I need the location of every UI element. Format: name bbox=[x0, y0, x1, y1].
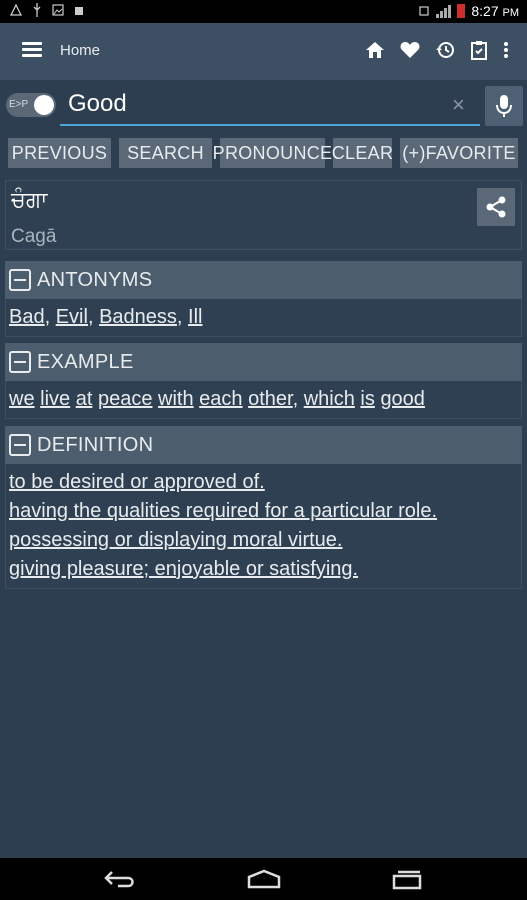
microphone-icon bbox=[496, 95, 512, 117]
toolbar-title: Home bbox=[60, 42, 101, 59]
word-link[interactable]: each bbox=[199, 388, 242, 410]
back-icon[interactable] bbox=[104, 868, 138, 890]
more-vert-icon[interactable] bbox=[503, 41, 509, 59]
home-icon[interactable] bbox=[365, 41, 385, 59]
definition-header[interactable]: DEFINITION bbox=[5, 426, 522, 464]
word-link[interactable]: is bbox=[360, 388, 374, 410]
definition-text[interactable]: having the qualities required for a part… bbox=[9, 500, 437, 522]
clock: 8:27 PM bbox=[471, 3, 519, 19]
word-link[interactable]: at bbox=[76, 388, 93, 410]
antonym-link[interactable]: Ill bbox=[188, 306, 202, 328]
definition-line[interactable]: possessing or displaying moral virtue. bbox=[9, 526, 518, 555]
antonyms-section: ANTONYMS Bad, Evil, Badness, Ill bbox=[5, 261, 522, 337]
collapse-icon[interactable] bbox=[9, 434, 31, 456]
definition-line[interactable]: having the qualities required for a part… bbox=[9, 497, 518, 526]
image-icon bbox=[52, 4, 64, 16]
language-toggle[interactable]: E>P bbox=[6, 93, 56, 117]
definition-line[interactable]: to be desired or approved of. bbox=[9, 468, 518, 497]
word-link[interactable]: peace bbox=[98, 388, 153, 410]
signal-icon bbox=[436, 4, 452, 18]
search-row: E>P × bbox=[0, 80, 527, 134]
definition-list: to be desired or approved of. having the… bbox=[5, 464, 522, 589]
favorite-button[interactable]: (+)FAVORITE bbox=[400, 138, 518, 168]
definition-line[interactable]: giving pleasure; enjoyable or satisfying… bbox=[9, 555, 518, 584]
word-link[interactable]: with bbox=[158, 388, 194, 410]
word-link[interactable]: live bbox=[40, 388, 70, 410]
collapse-icon[interactable] bbox=[9, 351, 31, 373]
menu-icon[interactable] bbox=[22, 42, 42, 58]
usb-icon bbox=[33, 3, 41, 17]
warning-icon bbox=[10, 4, 22, 16]
heart-icon[interactable] bbox=[400, 41, 420, 59]
antonym-link[interactable]: Bad bbox=[9, 306, 45, 328]
definition-section: DEFINITION to be desired or approved of.… bbox=[5, 426, 522, 589]
antonym-link[interactable]: Badness bbox=[99, 306, 177, 328]
definition-text[interactable]: giving pleasure; enjoyable or satisfying… bbox=[9, 558, 358, 580]
app-toolbar: Home bbox=[0, 23, 527, 80]
antonyms-header[interactable]: ANTONYMS bbox=[5, 261, 522, 299]
word-link[interactable]: we bbox=[9, 388, 35, 410]
example-header[interactable]: EXAMPLE bbox=[5, 343, 522, 381]
transliteration: Cagā bbox=[11, 226, 57, 247]
example-sentence: we live at peace with each other, which … bbox=[5, 381, 522, 419]
pronounce-button[interactable]: PRONOUNCE bbox=[213, 138, 332, 168]
word-card: ਚੰਗਾ Cagā bbox=[5, 180, 522, 250]
example-section: EXAMPLE we live at peace with each other… bbox=[5, 343, 522, 419]
share-button[interactable] bbox=[477, 188, 515, 226]
search-input[interactable] bbox=[60, 84, 480, 126]
history-icon[interactable] bbox=[435, 40, 455, 60]
antonym-link[interactable]: Evil bbox=[56, 306, 88, 328]
search-button[interactable]: SEARCH bbox=[119, 138, 212, 168]
translated-word: ਚੰਗਾ bbox=[11, 187, 48, 212]
alarm-icon bbox=[419, 6, 429, 16]
clear-button[interactable]: CLEAR bbox=[332, 138, 393, 168]
status-bar: 8:27 PM bbox=[0, 0, 527, 23]
clear-input-icon[interactable]: × bbox=[452, 92, 465, 118]
section-title: DEFINITION bbox=[37, 433, 154, 456]
section-title: EXAMPLE bbox=[37, 350, 134, 373]
section-title: ANTONYMS bbox=[37, 268, 153, 291]
action-bar: PREVIOUS SEARCH PRONOUNCE CLEAR (+)FAVOR… bbox=[0, 138, 527, 170]
home-nav-icon[interactable] bbox=[246, 868, 282, 890]
definition-text[interactable]: to be desired or approved of. bbox=[9, 471, 265, 493]
collapse-icon[interactable] bbox=[9, 269, 31, 291]
toggle-label: E>P bbox=[9, 99, 29, 110]
clipboard-icon[interactable] bbox=[470, 40, 488, 60]
word-link[interactable]: other bbox=[248, 388, 292, 410]
previous-button[interactable]: PREVIOUS bbox=[8, 138, 111, 168]
word-link[interactable]: which bbox=[304, 388, 355, 410]
bag-icon bbox=[75, 7, 83, 15]
battery-icon bbox=[457, 4, 466, 18]
share-icon bbox=[486, 196, 506, 218]
antonyms-list: Bad, Evil, Badness, Ill bbox=[5, 299, 522, 337]
recents-icon[interactable] bbox=[390, 868, 424, 890]
toggle-knob bbox=[34, 95, 54, 115]
definition-text[interactable]: possessing or displaying moral virtue. bbox=[9, 529, 343, 551]
system-nav-bar bbox=[0, 858, 527, 900]
word-link[interactable]: good bbox=[380, 388, 425, 410]
voice-search-button[interactable] bbox=[485, 86, 523, 126]
